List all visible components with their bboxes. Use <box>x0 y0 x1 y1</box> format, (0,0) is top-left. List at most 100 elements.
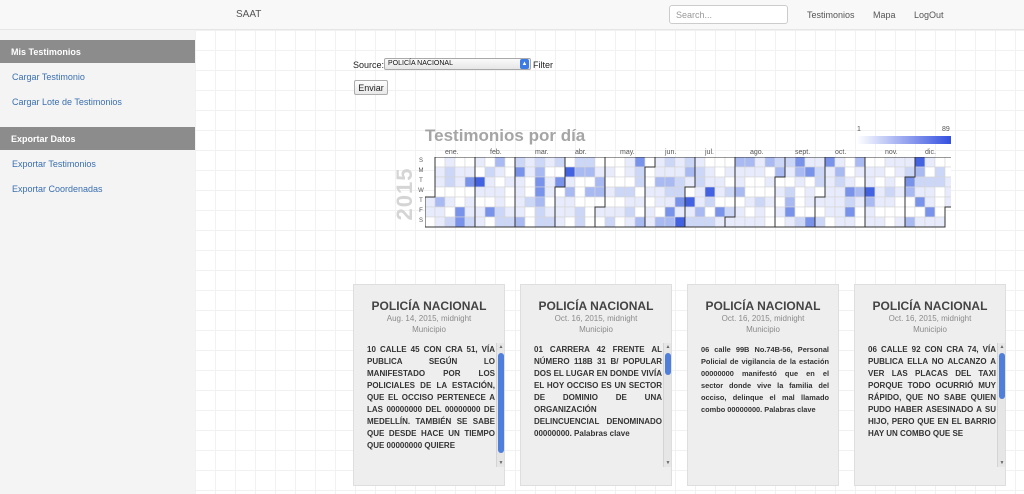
calendar-day-cell[interactable] <box>814 166 826 178</box>
calendar-day-cell[interactable] <box>704 216 716 228</box>
calendar-day-cell[interactable] <box>874 206 886 218</box>
calendar-day-cell[interactable] <box>644 157 656 168</box>
calendar-day-cell[interactable] <box>504 186 516 198</box>
calendar-day-cell[interactable] <box>544 206 556 218</box>
calendar-day-cell[interactable] <box>854 157 866 168</box>
calendar-day-cell[interactable] <box>874 157 886 168</box>
calendar-day-cell[interactable] <box>824 206 836 218</box>
calendar-day-cell[interactable] <box>644 216 656 228</box>
calendar-day-cell[interactable] <box>444 186 456 198</box>
calendar-day-cell[interactable] <box>564 216 576 228</box>
calendar-day-cell[interactable] <box>724 166 736 178</box>
calendar-day-cell[interactable] <box>574 216 586 228</box>
card-scrollbar[interactable]: ▲ ▼ <box>663 343 671 467</box>
calendar-day-cell[interactable] <box>724 157 736 168</box>
calendar-day-cell[interactable] <box>524 157 536 168</box>
calendar-day-cell[interactable] <box>794 176 806 188</box>
calendar-day-cell[interactable] <box>774 216 786 228</box>
calendar-day-cell[interactable] <box>654 176 666 188</box>
calendar-day-cell[interactable] <box>744 206 756 218</box>
calendar-day-cell[interactable] <box>434 166 446 178</box>
calendar-day-cell[interactable] <box>504 166 516 178</box>
calendar-day-cell[interactable] <box>864 206 876 218</box>
calendar-day-cell[interactable] <box>784 157 796 168</box>
calendar-day-cell[interactable] <box>544 186 556 198</box>
calendar-day-cell[interactable] <box>704 166 716 178</box>
scroll-down-icon[interactable]: ▼ <box>497 460 504 466</box>
calendar-day-cell[interactable] <box>684 186 696 198</box>
calendar-day-cell[interactable] <box>604 206 616 218</box>
calendar-day-cell[interactable] <box>754 216 766 228</box>
calendar-day-cell[interactable] <box>554 186 566 198</box>
calendar-day-cell[interactable] <box>854 166 866 178</box>
calendar-day-cell[interactable] <box>504 176 516 188</box>
calendar-day-cell[interactable] <box>444 166 456 178</box>
calendar-day-cell[interactable] <box>425 216 436 228</box>
calendar-day-cell[interactable] <box>714 216 726 228</box>
calendar-day-cell[interactable] <box>514 196 526 208</box>
calendar-day-cell[interactable] <box>934 216 946 228</box>
calendar-day-cell[interactable] <box>454 216 466 228</box>
calendar-day-cell[interactable] <box>714 157 726 168</box>
calendar-day-cell[interactable] <box>914 206 926 218</box>
calendar-day-cell[interactable] <box>454 196 466 208</box>
calendar-day-cell[interactable] <box>644 196 656 208</box>
calendar-day-cell[interactable] <box>934 186 946 198</box>
calendar-day-cell[interactable] <box>454 157 466 168</box>
calendar-day-cell[interactable] <box>524 186 536 198</box>
calendar-day-cell[interactable] <box>754 206 766 218</box>
calendar-day-cell[interactable] <box>464 166 476 178</box>
calendar-day-cell[interactable] <box>594 176 606 188</box>
calendar-day-cell[interactable] <box>654 186 666 198</box>
scroll-thumb[interactable] <box>665 353 671 375</box>
calendar-day-cell[interactable] <box>684 176 696 188</box>
calendar-day-cell[interactable] <box>464 157 476 168</box>
calendar-day-cell[interactable] <box>874 166 886 178</box>
calendar-day-cell[interactable] <box>934 157 946 168</box>
calendar-day-cell[interactable] <box>664 206 676 218</box>
source-select[interactable]: POLICÍA NACIONAL ▲ <box>384 58 531 70</box>
calendar-day-cell[interactable] <box>634 186 646 198</box>
calendar-day-cell[interactable] <box>774 166 786 178</box>
calendar-day-cell[interactable] <box>544 216 556 228</box>
calendar-day-cell[interactable] <box>444 206 456 218</box>
calendar-day-cell[interactable] <box>814 206 826 218</box>
calendar-day-cell[interactable] <box>494 157 506 168</box>
calendar-day-cell[interactable] <box>514 166 526 178</box>
search-input[interactable] <box>669 5 788 24</box>
calendar-day-cell[interactable] <box>624 216 636 228</box>
calendar-day-cell[interactable] <box>884 186 896 198</box>
calendar-day-cell[interactable] <box>884 176 896 188</box>
calendar-day-cell[interactable] <box>784 186 796 198</box>
calendar-day-cell[interactable] <box>844 176 856 188</box>
calendar-day-cell[interactable] <box>474 206 486 218</box>
calendar-day-cell[interactable] <box>744 176 756 188</box>
calendar-day-cell[interactable] <box>794 157 806 168</box>
calendar-day-cell[interactable] <box>904 186 916 198</box>
calendar-day-cell[interactable] <box>564 157 576 168</box>
calendar-day-cell[interactable] <box>514 186 526 198</box>
calendar-day-cell[interactable] <box>614 176 626 188</box>
calendar-day-cell[interactable] <box>634 176 646 188</box>
calendar-day-cell[interactable] <box>454 176 466 188</box>
calendar-day-cell[interactable] <box>574 206 586 218</box>
calendar-day-cell[interactable] <box>864 186 876 198</box>
calendar-day-cell[interactable] <box>434 206 446 218</box>
sidebar-item-cargar-lote[interactable]: Cargar Lote de Testimonios <box>12 97 122 107</box>
calendar-day-cell[interactable] <box>944 166 951 178</box>
calendar-day-cell[interactable] <box>474 216 486 228</box>
calendar-day-cell[interactable] <box>704 206 716 218</box>
calendar-day-cell[interactable] <box>914 186 926 198</box>
calendar-day-cell[interactable] <box>514 216 526 228</box>
calendar-day-cell[interactable] <box>884 196 896 208</box>
calendar-day-cell[interactable] <box>554 196 566 208</box>
calendar-day-cell[interactable] <box>874 216 886 228</box>
calendar-day-cell[interactable] <box>494 186 506 198</box>
calendar-day-cell[interactable] <box>704 176 716 188</box>
calendar-day-cell[interactable] <box>684 206 696 218</box>
calendar-day-cell[interactable] <box>784 216 796 228</box>
nav-link-logout[interactable]: LogOut <box>914 10 944 20</box>
calendar-day-cell[interactable] <box>524 176 536 188</box>
calendar-day-cell[interactable] <box>454 166 466 178</box>
calendar-day-cell[interactable] <box>425 196 436 208</box>
